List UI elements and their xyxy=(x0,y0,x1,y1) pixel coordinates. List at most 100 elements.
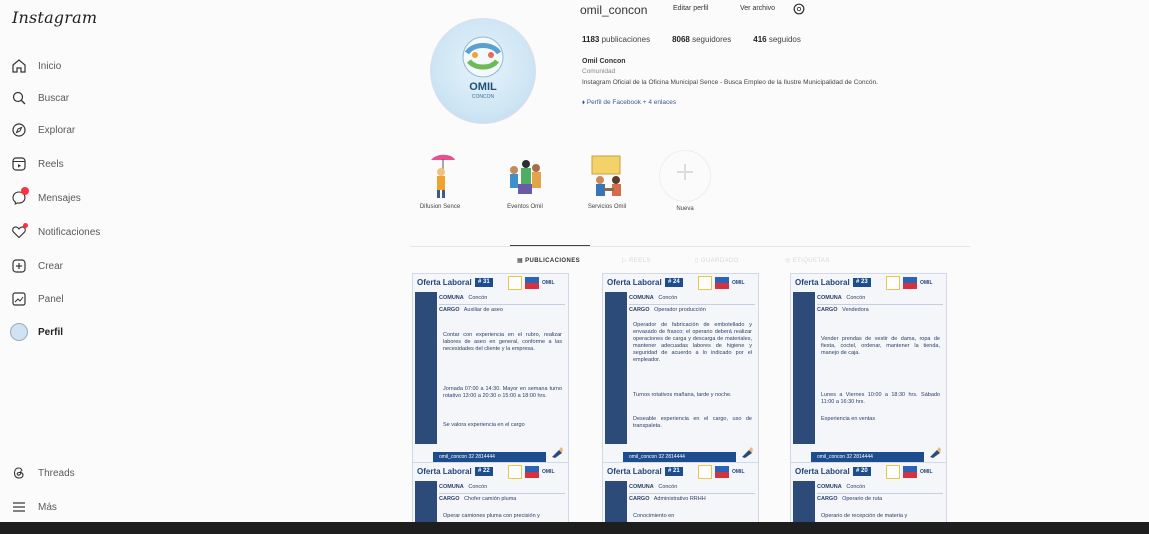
plus-icon xyxy=(677,164,693,180)
grid-post[interactable]: Oferta Laboral # 24 OMIL COMUNA Concón C… xyxy=(602,273,759,465)
highlight-servicios-omil[interactable]: Servicios Omil xyxy=(572,150,642,210)
post-side-column xyxy=(415,292,437,444)
tab-label: ETIQUETAS xyxy=(792,258,830,264)
highlight-label: Nueva xyxy=(676,206,694,212)
grid-post[interactable]: Oferta Laboral # 22 OMIL COMUNA Concón C… xyxy=(412,462,569,524)
hand-pointer-icon xyxy=(552,447,563,458)
tab-etiquetas[interactable]: ◎ ETIQUETAS xyxy=(785,257,830,264)
stat-following[interactable]: 416 seguidos xyxy=(753,35,801,44)
notification-badge xyxy=(21,187,29,195)
grid-post[interactable]: Oferta Laboral # 21 OMIL COMUNA Concón C… xyxy=(602,462,759,524)
tab-reels[interactable]: ▷ REELS xyxy=(622,257,651,264)
row-divider xyxy=(629,304,755,305)
sidebar-item-perfil[interactable]: Perfil xyxy=(10,320,63,344)
grid-post[interactable]: Oferta Laboral # 20 OMIL COMUNA Concón C… xyxy=(790,462,947,524)
sence-logo xyxy=(508,276,522,290)
municipal-logo xyxy=(525,277,539,289)
post-number-badge: # 31 xyxy=(475,278,493,287)
post-side-column xyxy=(415,481,437,523)
sidebar-item-panel[interactable]: Panel xyxy=(10,287,64,311)
row-label-cargo: CARGO Vendedora xyxy=(817,307,869,313)
post-side-column xyxy=(793,481,815,523)
grid-post[interactable]: Oferta Laboral # 23 OMIL COMUNA Concón C… xyxy=(790,273,947,465)
sidebar-item-buscar[interactable]: Buscar xyxy=(10,86,69,110)
sidebar-item-mensajes[interactable]: Mensajes xyxy=(10,186,81,210)
omil-logo: OMIL xyxy=(732,469,745,475)
post-title: Oferta Laboral xyxy=(795,467,850,476)
sponsor-logos: OMIL xyxy=(508,465,562,479)
omil-logo: OMIL xyxy=(920,280,933,286)
sidebar-item-label: Mensajes xyxy=(38,192,81,204)
home-icon xyxy=(10,57,28,75)
active-tab-indicator xyxy=(510,245,590,246)
post-title: Oferta Laboral xyxy=(795,278,850,287)
sidebar-item-label: Perfil xyxy=(38,326,64,338)
sidebar-item-label: Threads xyxy=(38,467,75,479)
highlight-cover xyxy=(415,150,465,200)
post-title: Oferta Laboral xyxy=(417,278,472,287)
row-label-comuna: COMUNA Concón xyxy=(629,484,678,490)
row-divider xyxy=(817,493,943,494)
row-label-cargo: CARGO Operario de ruta xyxy=(817,496,883,502)
avatar xyxy=(10,323,28,341)
hand-pointer-icon xyxy=(742,447,753,458)
omil-logo: OMIL xyxy=(732,280,745,286)
post-schedule: Lunes a Viernes 10:00 a 18:30 hrs. Sábad… xyxy=(821,392,940,405)
sponsor-logos: OMIL xyxy=(886,276,940,290)
sidebar-item-label: Más xyxy=(38,501,57,513)
post-footer: omil_concon 32 2814444 xyxy=(811,452,924,462)
sidebar-item-crear[interactable]: Crear xyxy=(10,254,63,278)
sidebar-item-notificaciones[interactable]: Notificaciones xyxy=(10,220,100,244)
post-side-column xyxy=(605,292,627,444)
tab-publicaciones[interactable]: ▦ PUBLICACIONES xyxy=(517,257,580,264)
messenger-icon xyxy=(10,187,29,207)
municipal-logo xyxy=(715,466,729,478)
highlight-eventos-omil[interactable]: Eventos Omil xyxy=(490,150,560,210)
grid-icon: ▦ xyxy=(517,258,526,264)
grid-post[interactable]: Oferta Laboral # 31 OMIL COMUNA Concón C… xyxy=(412,273,569,465)
sidebar-item-threads[interactable]: Threads xyxy=(10,461,75,485)
profile-username: omil_concon xyxy=(580,3,648,17)
view-archive-button[interactable]: Ver archivo xyxy=(740,5,775,12)
notification-dot xyxy=(23,223,28,228)
edit-profile-button[interactable]: Editar perfil xyxy=(673,5,708,12)
highlight-cover xyxy=(500,150,550,200)
stat-followers[interactable]: 8068 seguidores xyxy=(672,35,731,44)
highlight-new-button[interactable]: Nueva xyxy=(650,150,720,212)
row-label-comuna: COMUNA Concón xyxy=(439,484,488,490)
post-footer: omil_concon 32 2814444 xyxy=(433,452,546,462)
post-description: Contar con experiencia en el rubro, real… xyxy=(443,332,562,352)
highlight-difusion-sence[interactable]: Difusion Sence xyxy=(405,150,475,210)
sidebar-item-explorar[interactable]: Explorar xyxy=(10,118,75,142)
post-footer: omil_concon 32 2814444 xyxy=(623,452,736,462)
tab-label: REELS xyxy=(629,258,651,264)
bio-link[interactable]: ⬧ Perfil de Facebook + 4 enlaces xyxy=(582,99,676,107)
tab-label: GUARDADO xyxy=(700,258,739,264)
post-requirements: Deseable experiencia en el cargo, uso de… xyxy=(633,416,752,429)
profile-picture-subtitle: CONCON xyxy=(471,94,495,100)
sence-logo xyxy=(886,276,900,290)
tag-icon: ◎ xyxy=(785,258,793,264)
post-requirements: Experiencia en ventas xyxy=(821,416,876,422)
profile-picture[interactable]: OMIL CONCON xyxy=(430,18,536,124)
sponsor-logos: OMIL xyxy=(698,465,752,479)
post-description: Vender prendas de vestir de dama, ropa d… xyxy=(821,336,940,356)
stat-posts[interactable]: 1183 publicaciones xyxy=(582,35,650,44)
bio-name: Omil Concon xyxy=(582,58,626,65)
municipal-logo xyxy=(903,466,917,478)
sidebar-item-inicio[interactable]: Inicio xyxy=(10,54,61,78)
municipal-logo xyxy=(525,466,539,478)
post-number-badge: # 24 xyxy=(665,278,683,287)
sidebar-item-mas[interactable]: Más xyxy=(10,495,57,519)
heart-icon xyxy=(10,223,28,241)
tab-guardado[interactable]: ▯ GUARDADO xyxy=(695,257,739,264)
sidebar-item-reels[interactable]: Reels xyxy=(10,152,64,176)
instagram-logo[interactable]: Instagram xyxy=(12,8,97,27)
compass-icon xyxy=(10,121,28,139)
post-title: Oferta Laboral xyxy=(607,278,662,287)
sponsor-logos: OMIL xyxy=(508,276,562,290)
hand-pointer-icon xyxy=(930,447,941,458)
post-title: Oferta Laboral xyxy=(607,467,662,476)
settings-gear-icon[interactable] xyxy=(792,2,806,16)
dashboard-icon xyxy=(10,290,28,308)
